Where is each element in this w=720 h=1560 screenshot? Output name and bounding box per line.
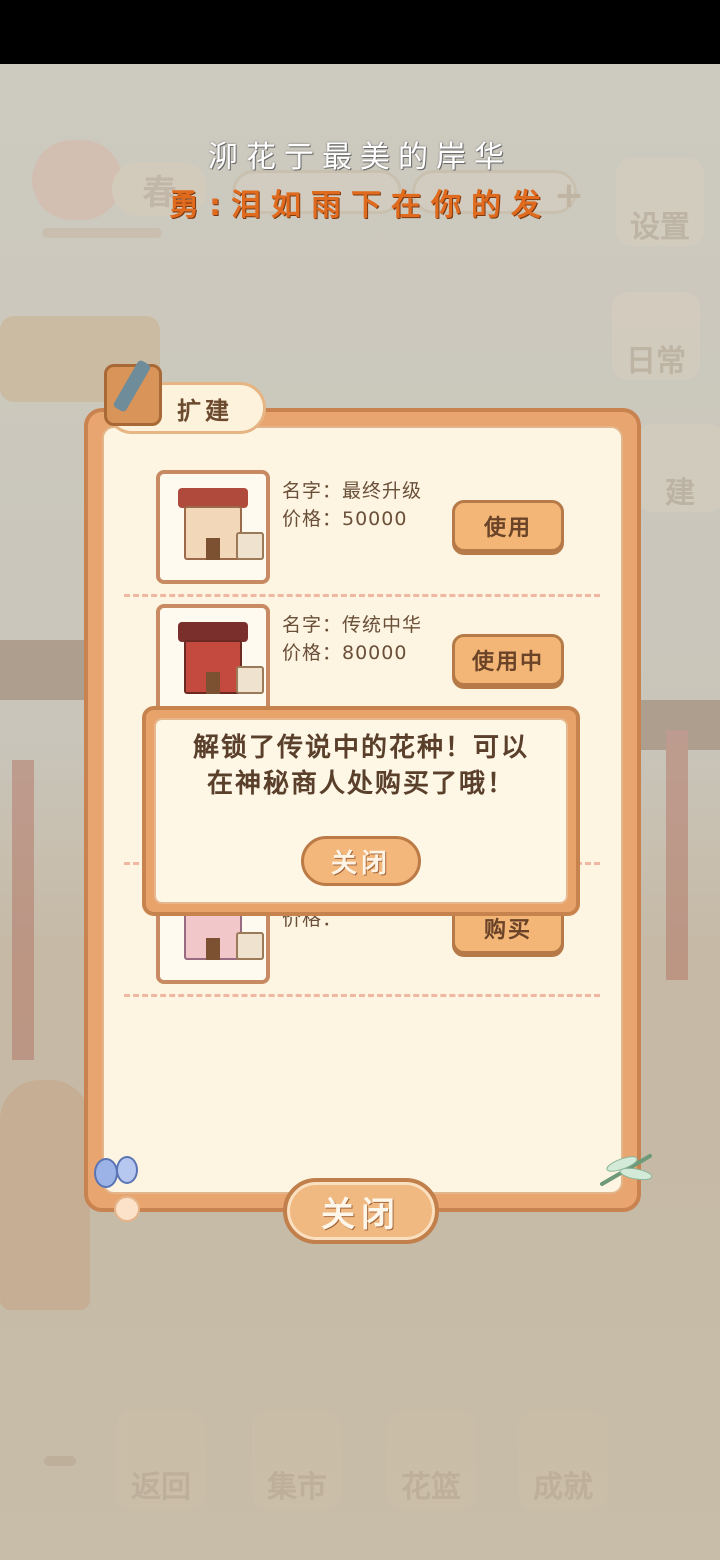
- nav-basket-button[interactable]: 花篮: [386, 1410, 476, 1510]
- divider: [124, 994, 600, 997]
- daily-button[interactable]: 日常: [612, 292, 700, 380]
- house-door: [206, 938, 220, 960]
- status-bar: [0, 0, 720, 64]
- popup-message-line-1: 解锁了传说中的花种！可以: [192, 733, 529, 763]
- popup-close-button[interactable]: 关闭: [301, 836, 421, 886]
- item-price: 价格：80000: [282, 642, 408, 664]
- dialog-close-button[interactable]: 关闭: [283, 1178, 439, 1244]
- butterfly-icon: [92, 1154, 146, 1224]
- use-button[interactable]: 使用: [452, 500, 564, 552]
- popup-message: 解锁了传说中的花种！可以 在神秘商人处购买了哦！: [160, 730, 562, 802]
- daily-label: 日常: [626, 344, 686, 379]
- dog-character: [0, 1080, 90, 1310]
- butterfly-wing: [116, 1156, 138, 1184]
- house-door: [206, 672, 220, 694]
- house-image: [174, 622, 264, 700]
- item-name: 名字：传统中华: [282, 614, 423, 636]
- house-roof: [178, 488, 248, 508]
- overlay-title: 泖花亍最美的岸华: [208, 140, 512, 175]
- nav-basket-label: 花篮: [401, 1470, 461, 1505]
- house-annex: [236, 532, 264, 560]
- overlay-subtitle: 勇:泪如雨下在你的发: [169, 188, 551, 223]
- popup-message-line-2: 在神秘商人处购买了哦！: [206, 769, 515, 799]
- in-use-button[interactable]: 使用中: [452, 634, 564, 686]
- lantern-pole: [12, 760, 34, 1060]
- divider: [124, 594, 600, 597]
- house-thumbnail: [156, 604, 270, 718]
- nav-market-label: 集市: [267, 1470, 327, 1505]
- minimize-icon[interactable]: [44, 1456, 76, 1466]
- house-thumbnail: [156, 470, 270, 584]
- build-label: 建: [665, 476, 695, 511]
- house-image: [174, 488, 264, 566]
- bottom-nav: 返回 集市 花篮 成就: [0, 1410, 720, 1520]
- nav-back-label: 返回: [131, 1470, 191, 1505]
- experience-bar: [42, 228, 162, 238]
- nav-achievement-button[interactable]: 成就: [518, 1410, 608, 1510]
- butterfly-wing: [94, 1158, 118, 1188]
- house-annex: [236, 932, 264, 960]
- item-name: 名字：最终升级: [282, 480, 423, 502]
- house-door: [206, 538, 220, 560]
- item-price: 价格：50000: [282, 508, 408, 530]
- nav-back-button[interactable]: 返回: [116, 1410, 206, 1510]
- hammer-icon: [104, 364, 162, 426]
- dragonfly-icon: [600, 1154, 653, 1186]
- house-roof: [178, 622, 248, 642]
- nav-market-button[interactable]: 集市: [252, 1410, 342, 1510]
- nav-achievement-label: 成就: [533, 1470, 593, 1505]
- butterfly-wing: [114, 1196, 140, 1222]
- pillar: [666, 730, 688, 980]
- build-button[interactable]: 建: [636, 424, 720, 512]
- house-annex: [236, 666, 264, 694]
- list-item: 名字：最终升级 价格：50000 使用: [100, 470, 620, 596]
